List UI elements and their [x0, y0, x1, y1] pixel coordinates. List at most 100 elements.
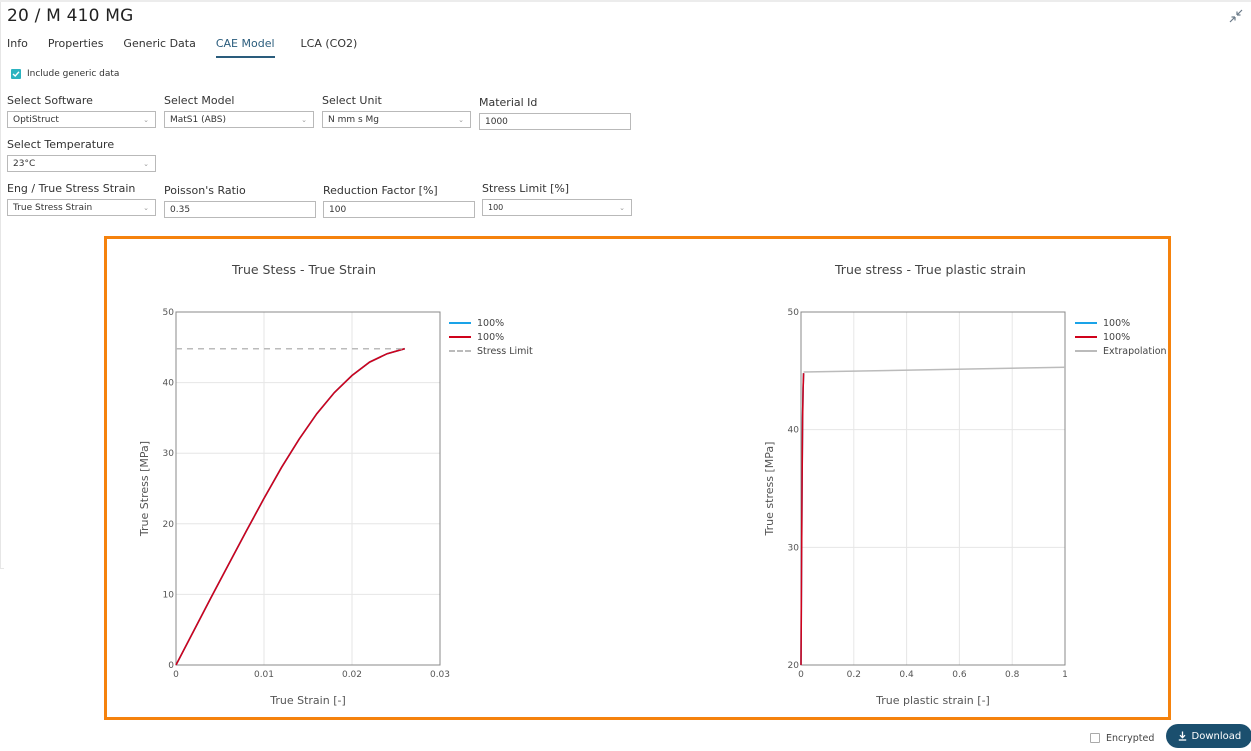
unit-label: Select Unit: [322, 94, 382, 107]
material-id-input[interactable]: 1000: [479, 113, 631, 130]
chevron-down-icon: ⌄: [143, 203, 149, 212]
material-id-label: Material Id: [479, 96, 538, 109]
x-axis-title: True plastic strain [-]: [875, 694, 990, 707]
legend-swatch-red: [1075, 336, 1097, 338]
y-axis-title: True Stress [MPa]: [138, 441, 151, 537]
x-tick-label: 0.03: [430, 670, 450, 680]
series-line-0: [175, 347, 406, 666]
material-id-value: 1000: [485, 116, 508, 127]
y-tick-label: 50: [788, 308, 800, 318]
y-tick-label: 30: [788, 543, 800, 553]
include-generic-label: Include generic data: [27, 69, 120, 79]
tab-properties[interactable]: Properties: [48, 37, 104, 58]
panel-left-border: [0, 2, 1, 569]
unit-select[interactable]: N mm s Mg ⌄: [322, 111, 471, 128]
software-label: Select Software: [7, 94, 93, 107]
top-border: [0, 0, 1251, 2]
panel-left-border-foot: [0, 568, 4, 569]
legend-label: Stress Limit: [477, 345, 533, 357]
page-title: 20 / M 410 MG: [7, 6, 134, 26]
chart-true-plastic-strain: 0 0.2 0.4 0.6 0.8 1 20 30 40 50 True plastic strai…: [763, 308, 1068, 707]
encrypted-checkbox[interactable]: [1090, 733, 1100, 743]
collapse-arrows-icon: [1229, 9, 1243, 23]
x-tick-label: 0.2: [847, 670, 861, 680]
temperature-value: 23°C: [13, 158, 36, 169]
legend-item[interactable]: 100%: [1075, 316, 1167, 330]
reduction-input[interactable]: 100: [323, 201, 475, 218]
y-axis-title: True stress [MPa]: [763, 442, 776, 537]
reduction-field: Reduction Factor [%] 100: [323, 184, 475, 218]
temperature-label: Select Temperature: [7, 138, 115, 151]
download-button[interactable]: Download: [1166, 724, 1251, 748]
legend-item[interactable]: 100%: [449, 330, 533, 344]
tab-cae-model[interactable]: CAE Model: [215, 37, 275, 58]
download-label: Download: [1191, 730, 1242, 742]
include-generic-checkbox[interactable]: [11, 69, 21, 79]
x-tick-label: 0.8: [1005, 670, 1020, 680]
stress-strain-select[interactable]: True Stress Strain ⌄: [7, 199, 156, 216]
stress-limit-label: Stress Limit [%]: [482, 182, 570, 195]
stress-strain-value: True Stress Strain: [13, 202, 93, 213]
y-tick-label: 40: [788, 426, 800, 436]
poisson-label: Poisson's Ratio: [164, 184, 246, 197]
legend-swatch-gray: [1075, 350, 1097, 352]
encrypted-label: Encrypted: [1106, 732, 1155, 744]
chevron-down-icon: ⌄: [619, 203, 625, 212]
legend-item[interactable]: 100%: [449, 316, 533, 330]
x-tick-label: 0.6: [952, 670, 967, 680]
stress-limit-select[interactable]: 100 ⌄: [482, 199, 632, 216]
chevron-down-icon: ⌄: [143, 115, 149, 124]
poisson-input[interactable]: 0.35: [164, 201, 316, 218]
legend-item[interactable]: Extrapolation: [1075, 344, 1167, 358]
x-tick-label: 1: [1062, 670, 1068, 680]
stress-limit-field: Stress Limit [%] 100 ⌄: [482, 182, 632, 216]
tab-info[interactable]: Info: [7, 37, 28, 58]
model-field: Select Model MatS1 (ABS) ⌄: [164, 94, 314, 128]
collapse-button[interactable]: [1228, 8, 1244, 24]
model-label: Select Model: [164, 94, 235, 107]
download-icon: [1178, 731, 1186, 741]
unit-field: Select Unit N mm s Mg ⌄: [322, 94, 471, 128]
chevron-down-icon: ⌄: [301, 115, 307, 124]
tab-lca-co2[interactable]: LCA (CO2): [301, 37, 358, 58]
chart-title-left: True Stess - True Strain: [232, 262, 377, 277]
material-id-field: Material Id 1000: [479, 96, 631, 130]
software-field: Select Software OptiStruct ⌄: [7, 94, 156, 128]
y-tick-label: 10: [163, 590, 175, 600]
legend-item[interactable]: 100%: [1075, 330, 1167, 344]
footer-bar: Encrypted Download: [1090, 724, 1251, 748]
legend-swatch-blue: [1075, 322, 1097, 324]
legend-label: 100%: [1103, 317, 1131, 329]
software-select[interactable]: OptiStruct ⌄: [7, 111, 156, 128]
y-tick-label: 0: [168, 661, 174, 671]
x-tick-label: 0.4: [899, 670, 914, 680]
legend-left: 100% 100% Stress Limit: [449, 316, 533, 358]
series-line-1: [175, 347, 406, 666]
legend-label: Extrapolation: [1103, 345, 1167, 357]
y-tick-label: 50: [163, 308, 175, 318]
legend-swatch-dashed: [449, 350, 471, 352]
legend-item[interactable]: Stress Limit: [449, 344, 533, 358]
legend-swatch-red: [449, 336, 471, 338]
reduction-value: 100: [329, 204, 347, 215]
legend-label: 100%: [477, 331, 505, 343]
x-tick-label: 0.01: [254, 670, 274, 680]
x-axis-title: True Strain [-]: [269, 694, 346, 707]
chevron-down-icon: ⌄: [458, 115, 464, 124]
x-tick-label: 0: [798, 670, 804, 680]
x-tick-label: 0: [173, 670, 179, 680]
stress-limit-value: 100: [488, 203, 504, 212]
plot-frame: [175, 311, 441, 666]
chart-true-stress-strain: 0 0.01 0.02 0.03 0 10 20 30 40 50 True Strain [-] T…: [138, 308, 450, 707]
encrypted-option: Encrypted: [1090, 733, 1154, 744]
model-select[interactable]: MatS1 (ABS) ⌄: [164, 111, 314, 128]
tab-generic-data[interactable]: Generic Data: [123, 37, 195, 58]
temperature-select[interactable]: 23°C ⌄: [7, 155, 156, 172]
x-tick-label: 0.02: [342, 670, 362, 680]
y-tick-label: 20: [788, 661, 800, 671]
poisson-value: 0.35: [170, 204, 191, 215]
stress-strain-label: Eng / True Stress Strain: [7, 182, 136, 195]
check-icon: [12, 71, 20, 77]
legend-label: 100%: [1103, 331, 1131, 343]
y-tick-label: 20: [163, 520, 175, 530]
